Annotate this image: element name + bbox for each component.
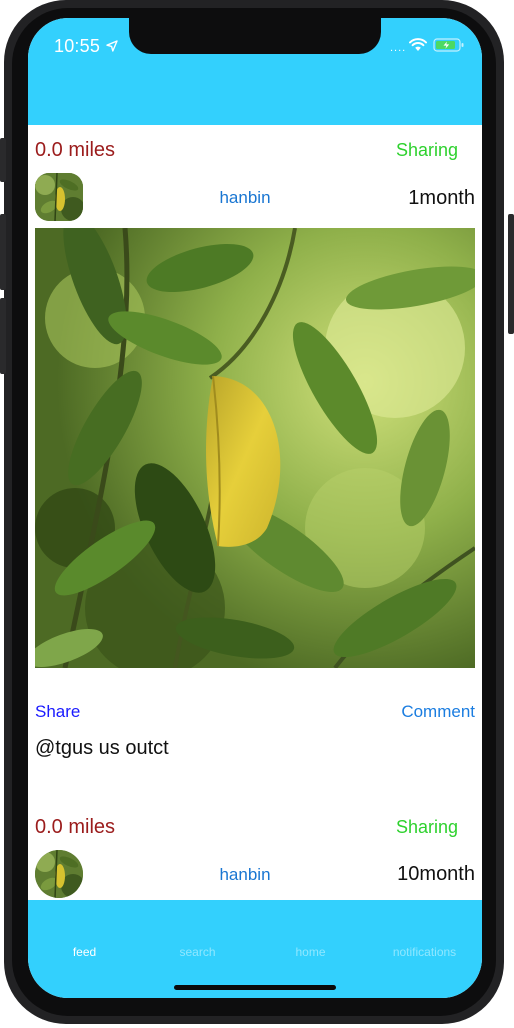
home-indicator[interactable] [174,985,336,990]
signal-icon: .... [390,42,407,54]
tab-home[interactable]: home [254,945,367,959]
header-bar: 10:55 .... [28,18,482,125]
post-photo[interactable] [35,228,475,668]
tab-notifications[interactable]: notifications [368,945,481,959]
status-time: 10:55 [54,36,101,56]
tab-feed[interactable]: feed [28,945,141,959]
feed-list[interactable]: 0.0 miles Sharing hanbin 1month Share Co… [28,125,482,900]
mute-switch [0,138,6,182]
distance-label: 0.0 miles [35,139,116,161]
username-link[interactable]: hanbin [28,188,462,208]
share-button[interactable]: Share [35,702,80,722]
post-caption: @tgus us outct [35,737,169,759]
distance-label: 0.0 miles [35,816,116,838]
notch [129,18,381,54]
leaf-photo-image [35,228,475,668]
post-card: 0.0 miles Sharing hanbin 1month Share Co… [28,125,482,805]
screen: 10:55 .... 0.0 miles Sharing hanbin 1mon… [28,18,482,998]
tab-bar: feed search home notifications [28,900,482,998]
sharing-status[interactable]: Sharing [396,140,458,161]
sharing-status[interactable]: Sharing [396,817,458,838]
post-age: 10month [397,863,475,885]
location-arrow-icon [106,40,118,52]
volume-up-button [0,214,6,290]
comment-button[interactable]: Comment [401,702,475,722]
tab-search[interactable]: search [141,945,254,959]
post-card: 0.0 miles Sharing hanbin 10month [28,805,482,900]
volume-down-button [0,298,6,374]
battery-charging-icon [433,38,464,52]
wifi-icon [409,38,427,51]
power-button [508,214,514,334]
post-age: 1month [408,187,475,209]
